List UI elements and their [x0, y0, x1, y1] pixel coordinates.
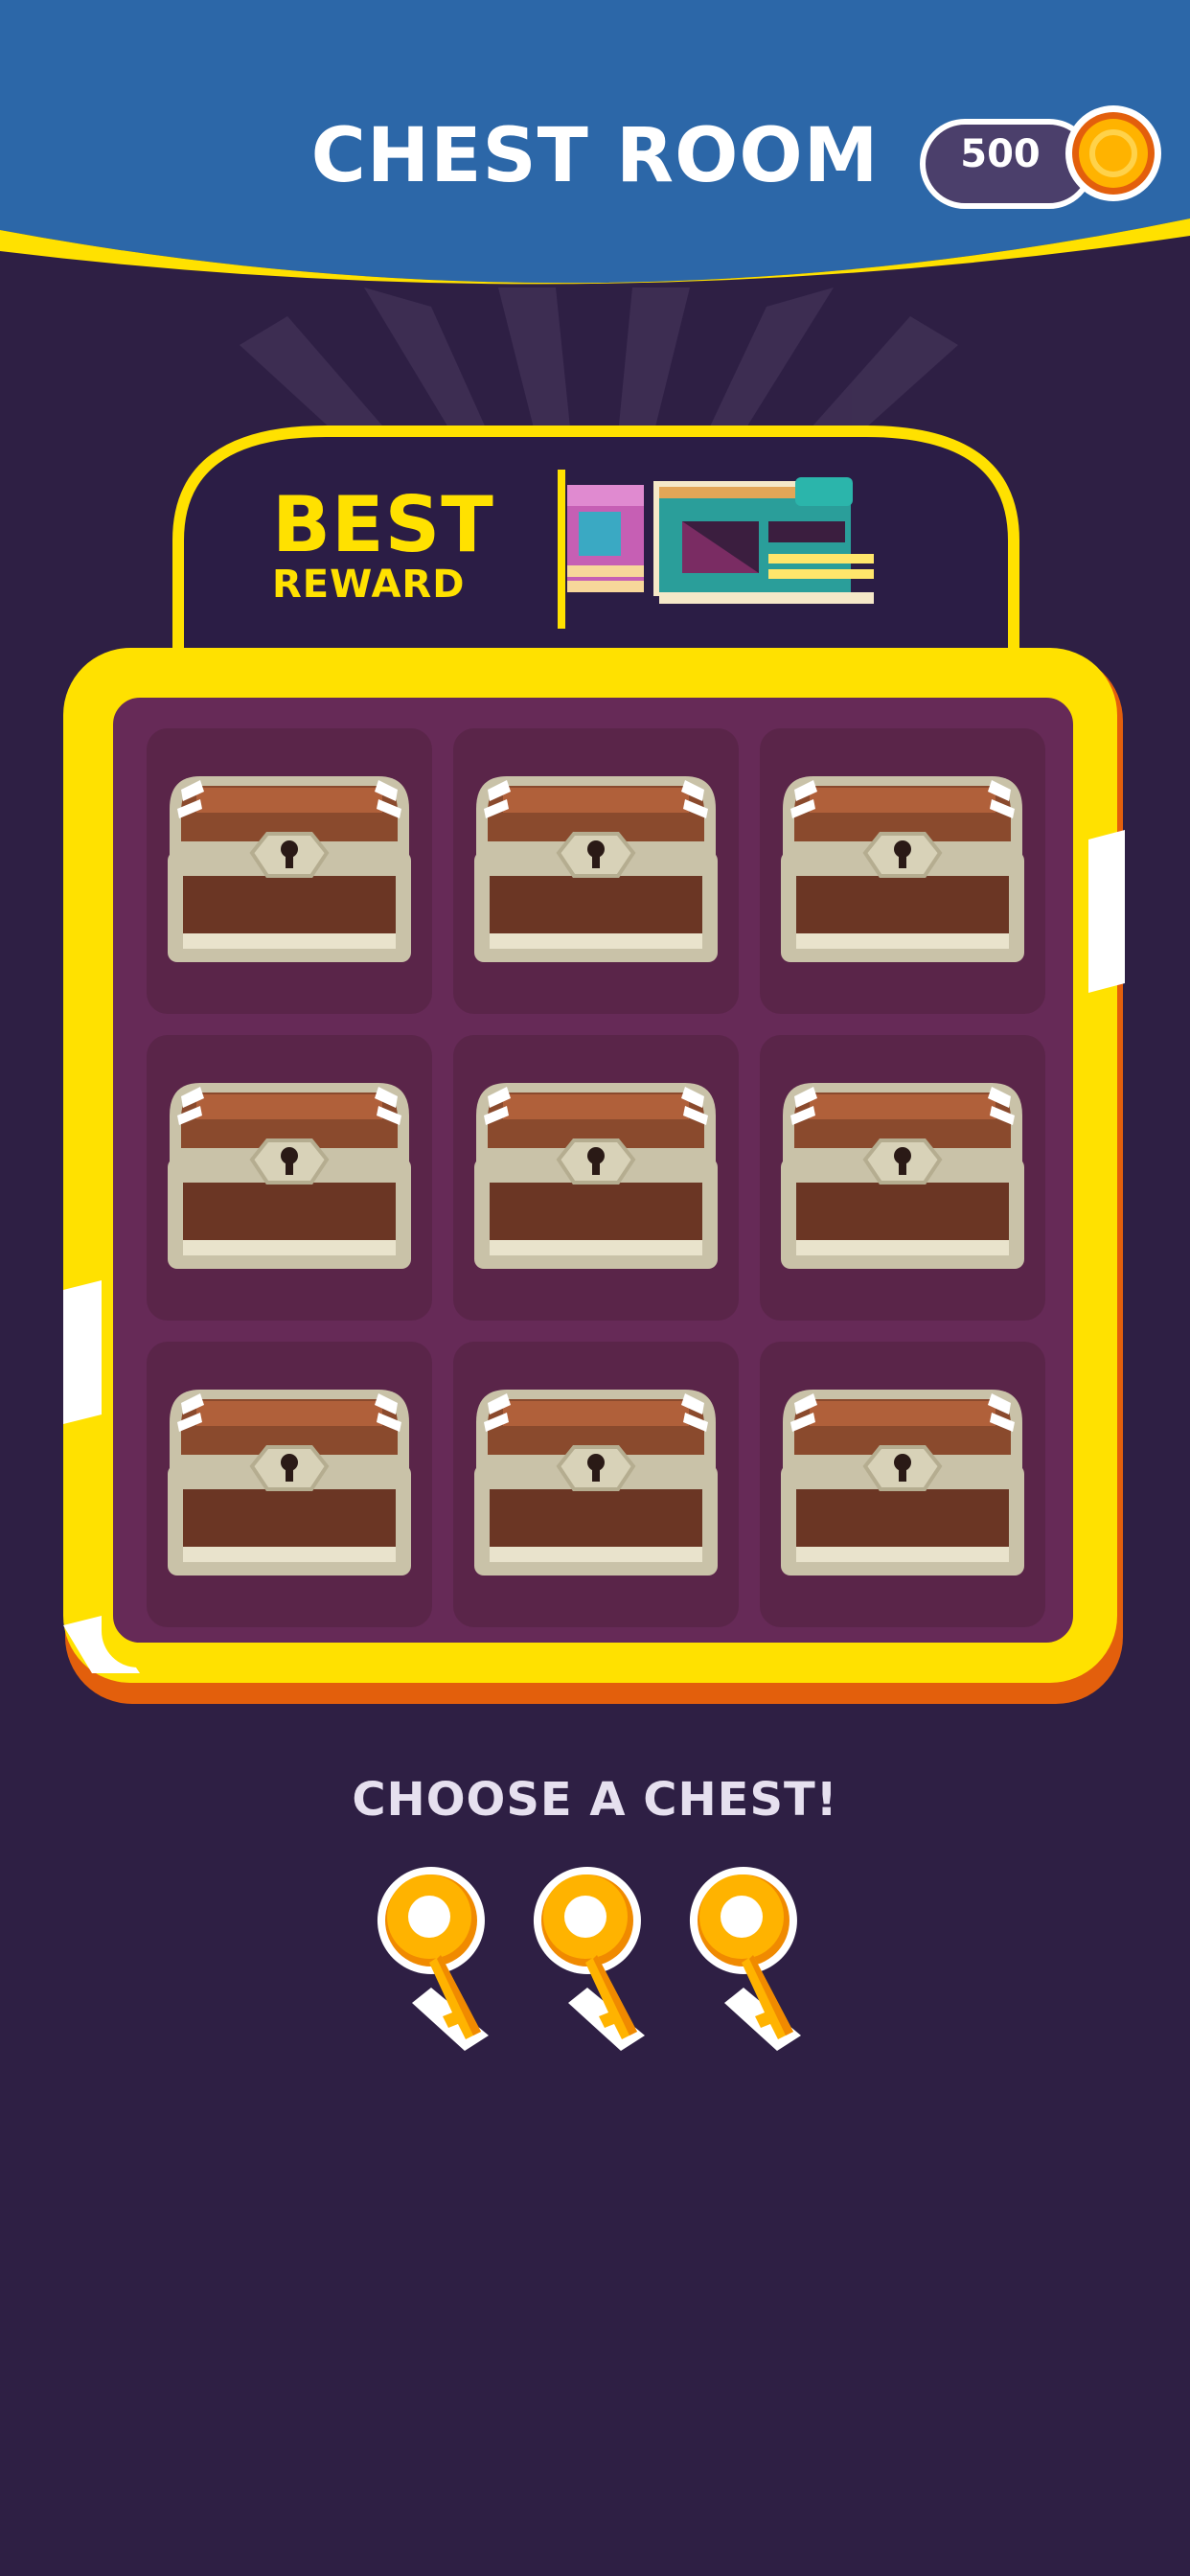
- chest-slot[interactable]: [760, 1342, 1045, 1627]
- treasure-chest-icon: [474, 1390, 718, 1576]
- key-icon: [686, 1863, 820, 2058]
- key-icon: [530, 1863, 664, 2058]
- chest-slot[interactable]: [147, 1342, 432, 1627]
- treasure-chest-icon: [474, 776, 718, 962]
- treasure-chest-icon: [781, 1083, 1024, 1269]
- train-car-icon[interactable]: [558, 470, 893, 629]
- best-label: BEST: [272, 480, 494, 569]
- chest-slot[interactable]: [147, 728, 432, 1014]
- treasure-chest-icon: [168, 776, 411, 962]
- treasure-chest-icon: [168, 1390, 411, 1576]
- key-icon: [374, 1863, 508, 2058]
- chest-slot[interactable]: [453, 1035, 739, 1321]
- chest-slot[interactable]: [147, 1035, 432, 1321]
- chest-slot[interactable]: [453, 1342, 739, 1627]
- reward-label: REWARD: [272, 563, 466, 607]
- treasure-chest-icon: [474, 1083, 718, 1269]
- chest-slot[interactable]: [760, 1035, 1045, 1321]
- choose-chest-prompt: CHOOSE A CHEST!: [352, 1773, 838, 1827]
- treasure-chest-icon: [781, 1390, 1024, 1576]
- chest-slot[interactable]: [760, 728, 1045, 1014]
- coin-amount: 500: [960, 132, 1041, 176]
- coin-icon: [1065, 105, 1161, 201]
- treasure-chest-icon: [168, 1083, 411, 1269]
- treasure-chest-icon: [781, 776, 1024, 962]
- chest-slot[interactable]: [453, 728, 739, 1014]
